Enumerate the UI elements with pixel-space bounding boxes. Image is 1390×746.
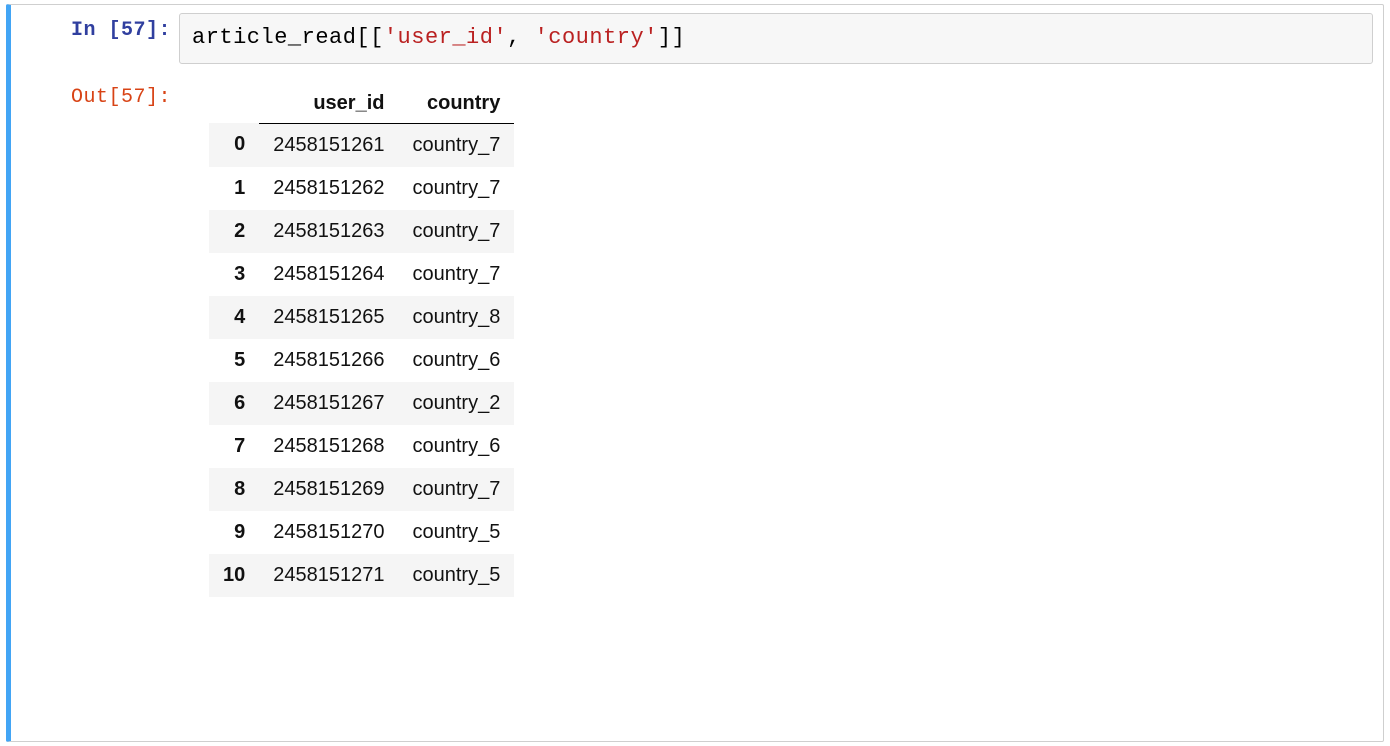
row-index: 7 xyxy=(209,425,259,468)
table-row: 92458151270country_5 xyxy=(209,511,514,554)
row-index: 5 xyxy=(209,339,259,382)
table-row: 62458151267country_2 xyxy=(209,382,514,425)
cell-country: country_6 xyxy=(398,425,514,468)
cell-userid: 2458151268 xyxy=(259,425,398,468)
table-row: 22458151263country_7 xyxy=(209,210,514,253)
notebook-cell: In [57]: article_read[['user_id', 'count… xyxy=(6,4,1384,742)
cell-userid: 2458151262 xyxy=(259,167,398,210)
table-row: 12458151262country_7 xyxy=(209,167,514,210)
input-row: In [57]: article_read[['user_id', 'count… xyxy=(11,5,1383,72)
table-row: 02458151261country_7 xyxy=(209,123,514,167)
row-index: 9 xyxy=(209,511,259,554)
cell-userid: 2458151271 xyxy=(259,554,398,597)
cell-userid: 2458151261 xyxy=(259,123,398,167)
table-header-userid: user_id xyxy=(259,84,398,124)
cell-userid: 2458151270 xyxy=(259,511,398,554)
cell-userid: 2458151267 xyxy=(259,382,398,425)
row-index: 8 xyxy=(209,468,259,511)
dataframe-table: user_id country 02458151261country_71245… xyxy=(209,84,514,597)
row-index: 4 xyxy=(209,296,259,339)
table-header-row: user_id country xyxy=(209,84,514,124)
table-row: 42458151265country_8 xyxy=(209,296,514,339)
row-index: 2 xyxy=(209,210,259,253)
out-prompt: Out[57]: xyxy=(11,72,179,109)
table-row: 52458151266country_6 xyxy=(209,339,514,382)
cell-userid: 2458151269 xyxy=(259,468,398,511)
code-token: , xyxy=(507,25,534,50)
code-token-string: 'user_id' xyxy=(384,25,507,50)
cell-userid: 2458151263 xyxy=(259,210,398,253)
table-row: 82458151269country_7 xyxy=(209,468,514,511)
row-index: 3 xyxy=(209,253,259,296)
code-token: ]] xyxy=(658,25,685,50)
cell-country: country_8 xyxy=(398,296,514,339)
table-row: 72458151268country_6 xyxy=(209,425,514,468)
row-index: 6 xyxy=(209,382,259,425)
cell-userid: 2458151266 xyxy=(259,339,398,382)
cell-country: country_7 xyxy=(398,253,514,296)
cell-country: country_6 xyxy=(398,339,514,382)
row-index: 10 xyxy=(209,554,259,597)
input-area: article_read[['user_id', 'country']] xyxy=(179,13,1373,64)
cell-country: country_2 xyxy=(398,382,514,425)
cell-userid: 2458151264 xyxy=(259,253,398,296)
code-token: article_read[[ xyxy=(192,25,384,50)
code-cell[interactable]: article_read[['user_id', 'country']] xyxy=(179,13,1373,64)
cell-country: country_7 xyxy=(398,123,514,167)
output-area: user_id country 02458151261country_71245… xyxy=(179,72,1383,605)
row-index: 1 xyxy=(209,167,259,210)
cell-country: country_7 xyxy=(398,468,514,511)
cell-country: country_5 xyxy=(398,511,514,554)
code-token-string: 'country' xyxy=(535,25,658,50)
in-prompt: In [57]: xyxy=(11,5,179,42)
cell-country: country_5 xyxy=(398,554,514,597)
cell-country: country_7 xyxy=(398,167,514,210)
table-row: 32458151264country_7 xyxy=(209,253,514,296)
cell-country: country_7 xyxy=(398,210,514,253)
table-header-country: country xyxy=(398,84,514,124)
table-row: 102458151271country_5 xyxy=(209,554,514,597)
output-row: Out[57]: user_id country 02458151261coun… xyxy=(11,72,1383,605)
cell-userid: 2458151265 xyxy=(259,296,398,339)
table-header-index xyxy=(209,84,259,124)
row-index: 0 xyxy=(209,123,259,167)
